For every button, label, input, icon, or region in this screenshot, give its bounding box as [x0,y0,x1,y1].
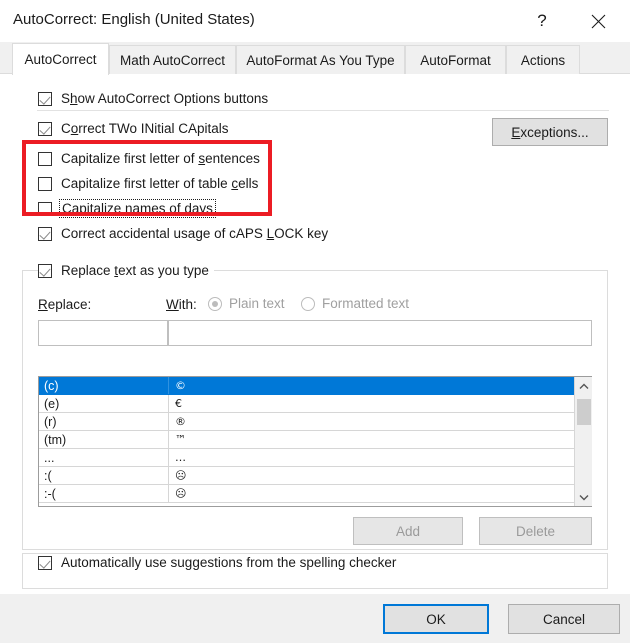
table-row[interactable]: (tm) ™ [39,431,591,449]
delete-button-label: Delete [515,523,556,539]
table-row[interactable]: (c) © [39,377,591,395]
radio-label: Formatted text [322,296,410,311]
cell-with: © [175,379,186,392]
cell-replace: (r) [39,413,169,430]
cell-replace: (e) [39,395,169,412]
checkbox-replace-text-as-you-type[interactable]: Replace text as you type [38,263,214,278]
tab-math-autocorrect[interactable]: Math AutoCorrect [109,45,236,74]
tab-label: AutoFormat As You Type [246,52,395,68]
tab-label: Math AutoCorrect [119,52,226,68]
help-icon[interactable]: ? [519,0,565,42]
replace-field-label: Replace: [38,297,92,312]
radio-formatted-text[interactable]: Formatted text [301,296,409,311]
checkbox-label: Correct TWo INitial CApitals [61,121,229,136]
checkbox-box [38,176,52,191]
checkbox-label: Capitalize first letter of sentences [61,151,260,166]
cell-replace: :-( [39,485,169,502]
cell-with: ® [175,415,186,428]
cell-with: ™ [175,433,186,446]
autocorrect-panel: Show AutoCorrect Options buttons Correct… [0,74,630,594]
checkbox-box [38,226,52,241]
table-row[interactable]: (e) € [39,395,591,413]
checkbox-label: Show AutoCorrect Options buttons [61,91,269,106]
table-row[interactable]: ... … [39,449,591,467]
close-icon[interactable] [575,0,621,42]
with-input[interactable] [168,320,592,346]
radio-button [301,296,315,311]
dialog-title: AutoCorrect: English (United States) [13,11,255,28]
replacement-list[interactable]: (c) © (e) € (r) ® (tm) ™ ... … :( ☹:-(… [38,376,592,507]
tab-label: AutoFormat [420,52,491,68]
checkbox-box [38,555,52,570]
radio-label: Plain text [229,296,285,311]
checkbox-box [38,91,52,106]
chevron-up-icon[interactable] [575,377,592,395]
cell-with: … [175,451,186,464]
ok-button-label: OK [426,611,446,627]
tab-autoformat[interactable]: AutoFormat [405,45,506,74]
chevron-down-icon[interactable] [575,488,592,506]
cancel-button[interactable]: Cancel [508,604,620,634]
checkbox-label: Capitalize first letter of table cells [61,176,259,191]
dialog-footer: OK Cancel [0,594,630,643]
checkbox-show-autocorrect-options[interactable]: Show AutoCorrect Options buttons [38,91,268,106]
tab-autoformat-as-you-type[interactable]: AutoFormat As You Type [236,45,405,74]
checkbox-label: Capitalize names of days [59,199,216,218]
checkbox-label: Replace text as you type [61,263,209,278]
checkbox-box [38,151,52,166]
checkbox-capitalize-first-letter-sentences[interactable]: Capitalize first letter of sentences [38,151,260,166]
checkbox-correct-two-initial-capitals[interactable]: Correct TWo INitial CApitals [38,121,229,136]
autocorrect-dialog: AutoCorrect: English (United States) ? A… [0,0,630,643]
cell-replace: :( [39,467,169,484]
cancel-button-label: Cancel [542,611,586,627]
ok-button[interactable]: OK [383,604,489,634]
tab-label: AutoCorrect [24,52,97,67]
table-row[interactable]: (r) ® [39,413,591,431]
checkbox-box [38,263,52,278]
table-row[interactable]: :-( ☹ [39,485,591,503]
exceptions-button[interactable]: Exceptions... [492,118,608,146]
delete-button[interactable]: Delete [479,517,592,545]
checkbox-use-spelling-suggestions[interactable]: Automatically use suggestions from the s… [38,555,396,570]
add-button[interactable]: Add [353,517,463,545]
with-field-label: With: [166,297,197,312]
tab-autocorrect[interactable]: AutoCorrect [12,43,109,75]
checkbox-label: Correct accidental usage of cAPS LOCK ke… [61,226,329,241]
cell-replace: (c) [39,377,169,394]
radio-button [208,296,222,311]
checkbox-box [38,121,52,136]
table-row[interactable]: :( ☹ [39,467,591,485]
title-bar: AutoCorrect: English (United States) ? [0,0,630,42]
checkbox-capitalize-first-letter-table-cells[interactable]: Capitalize first letter of table cells [38,176,258,191]
checkbox-box [38,201,52,216]
checkbox-label: Automatically use suggestions from the s… [61,555,397,570]
replace-input[interactable] [38,320,168,346]
section-divider [37,110,609,111]
scrollbar-thumb[interactable] [577,399,591,425]
radio-plain-text[interactable]: Plain text [208,296,285,311]
tab-strip: AutoCorrect Math AutoCorrect AutoFormat … [0,42,630,75]
list-scrollbar[interactable] [574,377,592,506]
cell-with: ☹ [175,487,187,500]
cell-with: € [175,397,182,410]
checkbox-capitalize-names-of-days[interactable]: Capitalize names of days [38,199,216,218]
cell-replace: ... [39,449,169,466]
cell-replace: (tm) [39,431,169,448]
add-button-label: Add [395,523,421,539]
cell-with: ☹ [175,469,187,482]
tab-label: Actions [520,52,566,68]
tab-actions[interactable]: Actions [506,45,580,74]
checkbox-correct-caps-lock[interactable]: Correct accidental usage of cAPS LOCK ke… [38,226,328,241]
exceptions-button-label: Exceptions... [511,124,589,140]
